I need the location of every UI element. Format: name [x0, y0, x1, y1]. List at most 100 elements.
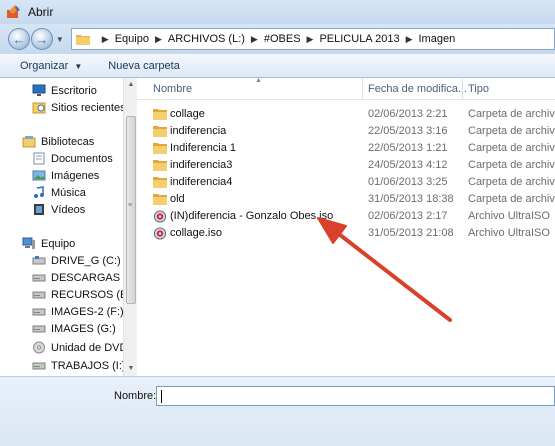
file-name: indiferencia4: [170, 176, 233, 188]
file-type: Carpeta de archivos: [468, 125, 555, 137]
nav-item-label: IMAGES-2 (F:): [51, 305, 123, 318]
caret-down-icon: ▼: [74, 61, 83, 71]
nav-item-drive-d[interactable]: DESCARGAS (D:): [32, 269, 123, 286]
nav-item-label: TRABAJOS (I:): [51, 359, 123, 372]
column-header-date[interactable]: Fecha de modifica...: [368, 83, 467, 95]
file-type: Carpeta de archivos: [468, 142, 555, 154]
file-date: 31/05/2013 18:38: [368, 193, 454, 205]
file-row[interactable]: collage.iso 31/05/2013 21:08 Archivo Ult…: [137, 225, 555, 242]
nav-item-drive-e[interactable]: RECURSOS (E:): [32, 286, 123, 303]
text-cursor: [161, 390, 162, 403]
nav-pane-scrollbar[interactable]: ▲ ≡ ▼: [123, 78, 137, 376]
breadcrumb-item[interactable]: PELICULA 2013: [319, 33, 399, 45]
drive-icon: [32, 308, 46, 316]
nav-item-label: Equipo: [41, 237, 76, 250]
nav-item-dvd-drive[interactable]: Unidad de DVD R: [32, 339, 123, 356]
breadcrumb-item[interactable]: #OBES: [264, 33, 301, 45]
nav-item-music[interactable]: Música: [32, 184, 86, 201]
nav-item-label: Sitios recientes: [51, 101, 123, 114]
file-row[interactable]: indiferencia3 24/05/2013 4:12 Carpeta de…: [137, 157, 555, 174]
nav-item-libraries[interactable]: Bibliotecas: [22, 133, 94, 150]
filename-bar: Nombre:: [0, 376, 555, 446]
nav-item-drive-g[interactable]: IMAGES (G:): [32, 320, 116, 337]
drive-icon: [32, 325, 46, 333]
column-header-name[interactable]: Nombre: [153, 83, 192, 95]
breadcrumb-item[interactable]: Imagen: [419, 33, 456, 45]
iso-file-icon: [153, 227, 167, 240]
file-type: Carpeta de archivos: [468, 159, 555, 171]
file-list: ▲ Nombre Fecha de modifica... Tipo colla…: [137, 77, 555, 376]
nav-item-computer[interactable]: Equipo: [22, 235, 75, 252]
folder-icon: [75, 34, 90, 45]
nav-item-pictures[interactable]: Imágenes: [32, 167, 99, 184]
file-date: 22/05/2013 1:21: [368, 142, 448, 154]
file-row[interactable]: (IN)diferencia - Gonzalo Obes.iso 02/06/…: [137, 208, 555, 225]
chevron-down-icon: ▼: [55, 34, 64, 44]
file-type: Carpeta de archivos: [468, 193, 555, 205]
title-bar: Abrir: [0, 0, 555, 24]
nav-item-documents[interactable]: Documentos: [32, 150, 113, 167]
scrollbar-thumb[interactable]: [126, 116, 136, 304]
breadcrumb-item[interactable]: ARCHIVOS (L:): [168, 33, 245, 45]
window-title: Abrir: [28, 5, 54, 19]
new-folder-button[interactable]: Nueva carpeta: [102, 57, 186, 75]
file-name: (IN)diferencia - Gonzalo Obes.iso: [170, 210, 334, 222]
file-row[interactable]: indiferencia 22/05/2013 3:16 Carpeta de …: [137, 123, 555, 140]
folder-icon: [153, 194, 167, 205]
breadcrumb-separator[interactable]: ▶: [155, 34, 162, 45]
back-button[interactable]: ←: [8, 28, 30, 50]
folder-icon: [153, 109, 167, 120]
file-name: indiferencia3: [170, 159, 233, 171]
file-date: 02/06/2013 2:21: [368, 108, 448, 120]
file-row[interactable]: collage 02/06/2013 2:21 Carpeta de archi…: [137, 106, 555, 123]
nav-item-drive-f[interactable]: IMAGES-2 (F:): [32, 303, 123, 320]
file-date: 22/05/2013 3:16: [368, 125, 448, 137]
dvd-icon: [33, 341, 45, 354]
scroll-down-icon[interactable]: ▼: [124, 362, 138, 376]
scroll-up-icon[interactable]: ▲: [124, 78, 138, 92]
music-icon: [34, 186, 44, 198]
file-name: old: [170, 193, 185, 205]
nav-item-drive-c[interactable]: DRIVE_G (C:): [32, 252, 121, 269]
column-header-type[interactable]: Tipo: [468, 83, 489, 95]
breadcrumb-item[interactable]: Equipo: [115, 33, 149, 45]
breadcrumb-separator[interactable]: ▶: [406, 34, 413, 45]
nav-item-label: Imágenes: [51, 169, 100, 182]
videos-icon: [34, 204, 44, 215]
pictures-icon: [32, 170, 46, 181]
breadcrumb-separator[interactable]: ▶: [102, 34, 109, 45]
address-row: ← → ▼ ▶ Equipo ▶ ARCHIVOS (L:) ▶ #OBES ▶…: [0, 24, 555, 54]
file-type: Carpeta de archivos: [468, 176, 555, 188]
column-divider[interactable]: [462, 78, 463, 100]
nav-item-label: Unidad de DVD R: [51, 341, 123, 354]
nav-item-desktop[interactable]: Escritorio: [32, 82, 97, 99]
file-row[interactable]: indiferencia4 01/06/2013 3:25 Carpeta de…: [137, 174, 555, 191]
file-name: indiferencia: [170, 125, 227, 137]
sort-indicator-icon: ▲: [255, 77, 262, 84]
organize-label: Organizar: [20, 59, 69, 72]
filename-input[interactable]: [156, 386, 555, 406]
app-icon: [7, 5, 20, 18]
column-divider[interactable]: [362, 78, 363, 100]
grip-icon: ≡: [128, 202, 133, 209]
address-bar[interactable]: ▶ Equipo ▶ ARCHIVOS (L:) ▶ #OBES ▶ PELIC…: [70, 28, 555, 50]
file-row[interactable]: Indiferencia 1 22/05/2013 1:21 Carpeta d…: [137, 140, 555, 157]
file-name: Indiferencia 1: [170, 142, 237, 154]
nav-item-drive-i[interactable]: TRABAJOS (I:): [32, 357, 123, 374]
file-date: 02/06/2013 2:17: [368, 210, 448, 222]
breadcrumb-separator[interactable]: ▶: [307, 34, 314, 45]
file-type: Archivo UltraISO: [468, 227, 550, 239]
folder-icon: [153, 143, 167, 154]
recent-places-icon: [32, 102, 46, 114]
organize-button[interactable]: Organizar ▼: [14, 57, 88, 75]
nav-item-label: Vídeos: [51, 203, 86, 216]
file-row[interactable]: old 31/05/2013 18:38 Carpeta de archivos: [137, 191, 555, 208]
file-date: 01/06/2013 3:25: [368, 176, 448, 188]
nav-item-label: RECURSOS (E:): [51, 288, 123, 301]
forward-button[interactable]: →: [30, 28, 53, 50]
breadcrumb-separator[interactable]: ▶: [251, 34, 258, 45]
recent-locations-dropdown[interactable]: ▼: [54, 35, 66, 44]
nav-item-recent-places[interactable]: Sitios recientes: [32, 99, 123, 116]
nav-item-videos[interactable]: Vídeos: [32, 201, 85, 218]
documents-icon: [33, 152, 45, 165]
